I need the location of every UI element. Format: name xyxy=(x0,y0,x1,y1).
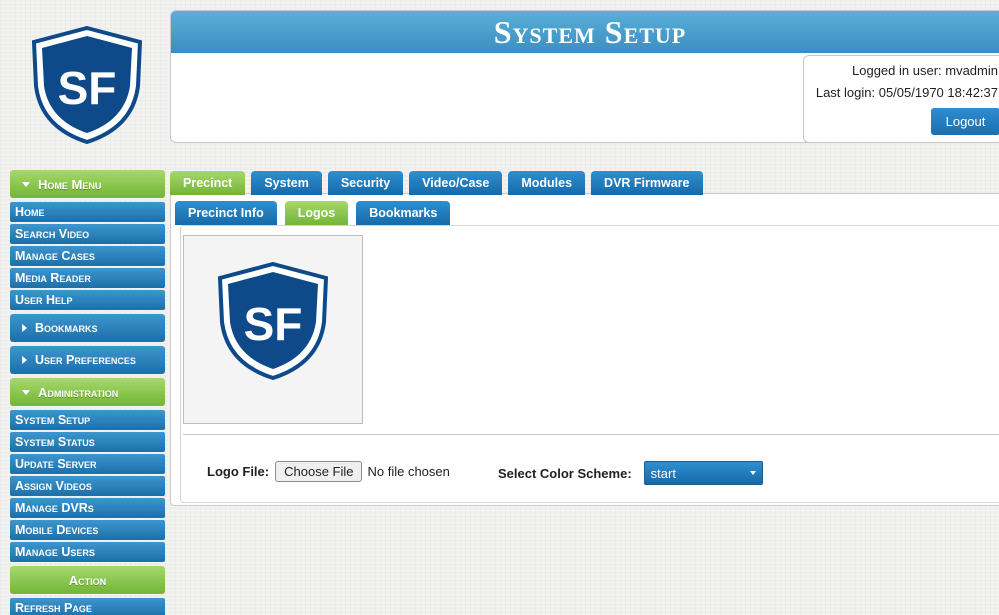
svg-text:SF: SF xyxy=(58,62,117,114)
tab-modules[interactable]: Modules xyxy=(508,171,586,195)
tab-precinct[interactable]: Precinct xyxy=(170,171,246,195)
administration-header[interactable]: Administration xyxy=(10,378,165,406)
top-tabs: Precinct System Security Video/Case Modu… xyxy=(170,171,703,195)
svg-text:SF: SF xyxy=(244,298,303,350)
sidebar-item-search-video[interactable]: Search Video xyxy=(10,224,165,244)
color-scheme-value: start xyxy=(650,465,676,481)
last-login: Last login: 05/05/1970 18:42:37 xyxy=(815,85,998,100)
sidebar-item-mobile-devices[interactable]: Mobile Devices xyxy=(10,520,165,540)
page-title: System Setup xyxy=(171,11,999,53)
sidebar-item-manage-users[interactable]: Manage Users xyxy=(10,542,165,562)
triangle-right-icon xyxy=(22,356,27,364)
action-header: Action xyxy=(10,566,165,594)
triangle-down-icon xyxy=(22,181,30,187)
tab-video-case[interactable]: Video/Case xyxy=(409,171,503,195)
color-scheme-row: Select Color Scheme: start xyxy=(498,461,763,485)
tab-security[interactable]: Security xyxy=(327,171,404,195)
sub-tabs: Precinct Info Logos Bookmarks xyxy=(175,201,451,225)
logo-file-label: Logo File: xyxy=(207,464,270,479)
triangle-right-icon xyxy=(22,324,27,332)
sidebar-item-update-server[interactable]: Update Server xyxy=(10,454,165,474)
user-preferences-section[interactable]: User Preferences xyxy=(10,346,165,374)
color-scheme-select[interactable]: start xyxy=(643,461,763,485)
color-scheme-label: Select Color Scheme: xyxy=(498,465,632,481)
sidebar-item-system-status[interactable]: System Status xyxy=(10,432,165,452)
dropdown-caret-icon xyxy=(749,471,756,475)
sidebar-item-manage-cases[interactable]: Manage Cases xyxy=(10,246,165,266)
sidebar-item-assign-videos[interactable]: Assign Videos xyxy=(10,476,165,496)
logo-file-row: Logo File: Choose File No file chosen xyxy=(207,461,450,482)
tab-precinct-info[interactable]: Precinct Info xyxy=(175,201,277,225)
sidebar-item-system-setup[interactable]: System Setup xyxy=(10,410,165,430)
sidebar-item-home[interactable]: Home xyxy=(10,202,165,222)
choose-file-button[interactable]: Choose File xyxy=(275,461,363,482)
file-status: No file chosen xyxy=(367,464,450,479)
sidebar: Home Menu Home Search Video Manage Cases… xyxy=(10,170,165,615)
logout-button[interactable]: Logout xyxy=(931,108,999,135)
bookmarks-section[interactable]: Bookmarks xyxy=(10,314,165,342)
sidebar-item-user-help[interactable]: User Help xyxy=(10,290,165,310)
tab-logos[interactable]: Logos xyxy=(284,201,349,225)
triangle-down-icon xyxy=(22,389,30,395)
shield-logo-icon: SF xyxy=(31,25,143,145)
app-logo: SF xyxy=(30,25,144,145)
sidebar-item-manage-dvrs[interactable]: Manage DVRs xyxy=(10,498,165,518)
tab-system[interactable]: System xyxy=(251,171,322,195)
divider xyxy=(183,434,999,435)
tab-dvr-firmware[interactable]: DVR Firmware xyxy=(591,171,703,195)
tab-bookmarks[interactable]: Bookmarks xyxy=(356,201,451,225)
login-info-box: Logged in user: mvadmin Last login: 05/0… xyxy=(803,55,999,142)
logo-preview: SF xyxy=(183,235,363,424)
shield-logo-icon: SF xyxy=(217,261,329,381)
home-menu-header[interactable]: Home Menu xyxy=(10,170,165,198)
header-panel: System Setup Logged in user: mvadmin Las… xyxy=(170,10,999,143)
sidebar-item-media-reader[interactable]: Media Reader xyxy=(10,268,165,288)
logged-in-user: Logged in user: mvadmin xyxy=(852,63,998,78)
sidebar-item-refresh-page[interactable]: Refresh Page xyxy=(10,598,165,615)
